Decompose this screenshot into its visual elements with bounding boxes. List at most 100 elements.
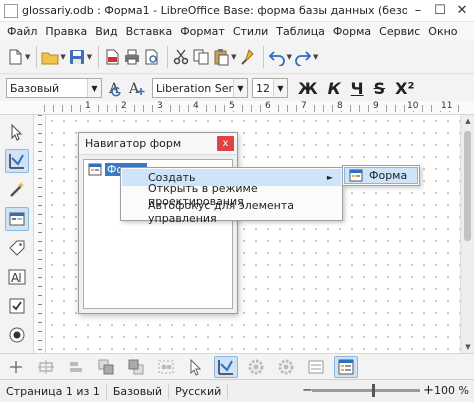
control-wizard-button[interactable] — [5, 178, 29, 202]
page-style[interactable]: Базовый — [107, 383, 170, 399]
page-count[interactable]: Страница 1 из 1 — [0, 383, 107, 399]
ruler-label: 10 — [406, 101, 420, 111]
zoom-slider[interactable] — [312, 389, 420, 392]
checkbox-tool-button[interactable] — [5, 294, 29, 318]
vertical-scrollbar[interactable]: ▲ ▼ — [460, 115, 474, 353]
menu-item-create-form[interactable]: Форма — [344, 167, 418, 184]
menu-edit[interactable]: Правка — [42, 25, 92, 38]
design-mode-button[interactable] — [5, 149, 29, 173]
select-button[interactable] — [184, 356, 208, 378]
title-bar: glossariy.odb : Форма1 - LibreOffice Bas… — [0, 0, 474, 22]
position-size-button[interactable] — [34, 356, 58, 378]
redo-button[interactable]: ▼ — [294, 44, 318, 70]
form-navigator-close-button[interactable]: x — [217, 136, 234, 151]
tab-order-button[interactable] — [304, 356, 328, 378]
menu-styles[interactable]: Стили — [230, 25, 273, 38]
form-properties-icon — [278, 359, 294, 374]
chevron-down-icon[interactable]: ▼ — [60, 53, 65, 61]
print-preview-button[interactable] — [143, 44, 161, 70]
label-tool-button[interactable] — [5, 236, 29, 260]
menu-form[interactable]: Форма — [330, 25, 376, 38]
alignment-button[interactable] — [64, 356, 88, 378]
clone-formatting-icon — [240, 48, 254, 65]
open-button[interactable]: ▼ — [41, 44, 66, 70]
open-folder-icon — [41, 52, 59, 64]
form-properties-button[interactable] — [274, 356, 298, 378]
chevron-down-icon[interactable]: ▼ — [231, 53, 236, 61]
menu-format[interactable]: Формат — [177, 25, 230, 38]
minimize-button[interactable]: – — [407, 3, 429, 18]
ruler-label: 1 — [84, 101, 92, 111]
toolbar-grip[interactable] — [4, 356, 28, 378]
update-style-button[interactable]: A — [108, 75, 126, 101]
chevron-down-icon[interactable]: ▼ — [273, 79, 287, 97]
zoom-slider-knob[interactable] — [372, 384, 375, 397]
language[interactable]: Русский — [169, 383, 229, 399]
print-icon — [125, 49, 140, 64]
redo-icon — [295, 50, 312, 66]
group-icon — [158, 360, 174, 373]
text-box-tool-button[interactable]: A — [5, 265, 29, 289]
new-document-button[interactable]: ▼ — [6, 44, 30, 70]
paste-button[interactable]: ▼ — [212, 44, 237, 70]
form-navigator-title[interactable]: Навигатор форм — [79, 133, 237, 155]
strikethrough-button[interactable]: S — [374, 79, 386, 98]
menu-view[interactable]: Вид — [92, 25, 122, 38]
save-button[interactable]: ▼ — [68, 44, 92, 70]
maximize-button[interactable]: ☐ — [429, 3, 451, 18]
menu-item-label: Автофокус для элемента управления — [148, 198, 294, 225]
tab-order-icon — [308, 360, 324, 373]
chevron-down-icon[interactable]: ▼ — [313, 53, 318, 61]
text-box-icon: A — [8, 269, 26, 285]
ruler-label: 4 — [192, 101, 200, 111]
chevron-down-icon[interactable]: ▼ — [25, 53, 30, 61]
bottom-toolbar — [0, 353, 474, 379]
design-mode-toggle-button[interactable] — [214, 355, 238, 378]
select-tool-button[interactable] — [5, 120, 29, 144]
chevron-down-icon[interactable]: ▼ — [287, 53, 292, 61]
cut-button[interactable] — [172, 44, 190, 70]
control-properties-button[interactable] — [244, 356, 268, 378]
chevron-down-icon[interactable]: ▼ — [87, 79, 101, 97]
font-size-select[interactable]: 12 ▼ — [252, 78, 288, 98]
scroll-up-arrow-icon[interactable]: ▲ — [461, 115, 474, 127]
horizontal-ruler[interactable]: 1 2 3 4 5 6 7 8 9 10 11 — [0, 101, 474, 115]
chevron-down-icon[interactable]: ▼ — [87, 53, 92, 61]
close-window-button[interactable]: ✕ — [451, 3, 473, 18]
option-button-tool-button[interactable] — [5, 323, 29, 347]
send-to-back-button[interactable] — [124, 356, 148, 378]
superscript-button[interactable]: X² — [395, 79, 414, 98]
undo-icon — [268, 50, 285, 66]
bold-button[interactable]: Ж — [298, 79, 318, 98]
menu-file[interactable]: Файл — [4, 25, 42, 38]
group-button[interactable] — [154, 356, 178, 378]
scroll-down-arrow-icon[interactable]: ▼ — [461, 341, 474, 353]
clone-formatting-button[interactable] — [239, 44, 257, 70]
new-style-button[interactable]: A — [128, 75, 146, 101]
zoom-level[interactable]: 100 % — [434, 384, 469, 397]
bring-to-front-button[interactable] — [94, 356, 118, 378]
print-button[interactable] — [123, 44, 141, 70]
zoom-in-button[interactable]: + — [423, 383, 434, 398]
italic-button[interactable]: К — [328, 79, 341, 98]
toolbar-separator — [167, 45, 169, 68]
form-design-button[interactable] — [5, 207, 29, 231]
underline-button[interactable]: Ч — [351, 79, 364, 98]
cut-icon — [173, 49, 189, 64]
vertical-ruler[interactable] — [34, 115, 46, 353]
menu-insert[interactable]: Вставка — [123, 25, 178, 38]
chevron-down-icon[interactable]: ▼ — [233, 79, 247, 97]
copy-button[interactable] — [192, 44, 210, 70]
undo-button[interactable]: ▼ — [268, 44, 292, 70]
menu-window[interactable]: Окно — [425, 25, 462, 38]
menu-bar: Файл Правка Вид Вставка Формат Стили Таб… — [0, 22, 474, 40]
menu-tools[interactable]: Сервис — [376, 25, 425, 38]
paragraph-style-select[interactable]: Базовый ▼ — [6, 78, 102, 98]
checkbox-icon — [9, 298, 25, 314]
scrollbar-thumb[interactable] — [464, 131, 471, 241]
form-navigator-button[interactable] — [334, 355, 358, 378]
menu-table[interactable]: Таблица — [273, 25, 330, 38]
export-pdf-button[interactable] — [103, 44, 121, 70]
font-name-select[interactable]: Liberation Serif ▼ — [152, 78, 248, 98]
menu-item-autofocus-control[interactable]: Автофокус для элемента управления — [122, 199, 341, 225]
